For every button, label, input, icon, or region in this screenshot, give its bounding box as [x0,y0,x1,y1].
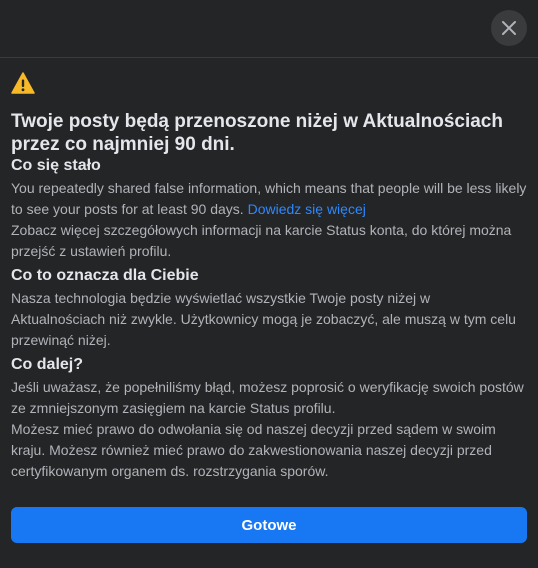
appeal-rights-text: Możesz mieć prawo do odwołania się od na… [11,421,496,479]
what-it-means-text: Nasza technologia będzie wyświetlać wszy… [11,290,516,348]
account-status-text: Zobacz więcej szczegółowych informacji n… [11,222,512,259]
warning-triangle-icon [11,72,35,94]
section-heading-whats-next: Co dalej? [11,356,84,373]
dialog-header [0,0,538,58]
request-review-text: Jeśli uważasz, że popełniliśmy błąd, moż… [11,379,524,416]
dialog: Twoje posty będą przenoszone niżej w Akt… [0,0,538,568]
dialog-title: Twoje posty będą przenoszone niżej w Akt… [11,111,503,155]
close-button[interactable] [491,10,527,46]
learn-more-link[interactable]: Dowiedz się więcej [248,201,366,217]
section-heading-what-it-means: Co to oznacza dla Ciebie [11,267,199,284]
close-icon [502,21,516,35]
done-button[interactable]: Gotowe [11,507,527,543]
dialog-content: Twoje posty będą przenoszone niżej w Akt… [11,72,527,482]
what-happened-text: You repeatedly shared false information,… [11,178,527,220]
section-heading-what-happened: Co się stało [11,157,101,174]
